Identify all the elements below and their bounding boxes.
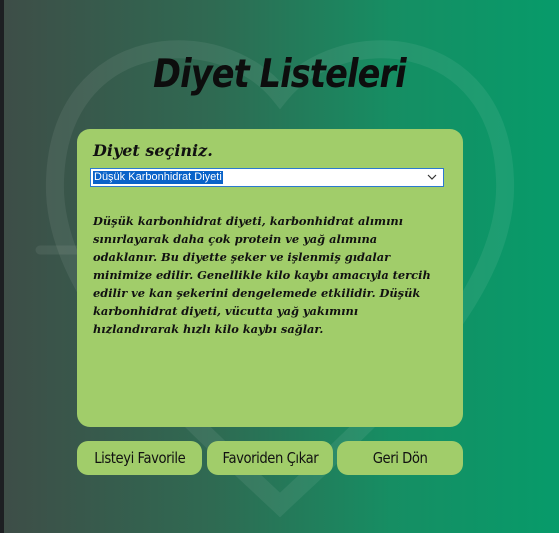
back-label: Geri Dön <box>372 449 428 467</box>
page-title: Diyet Listeleri <box>153 52 407 97</box>
diet-panel: Diyet seçiniz. Düşük Karbonhidrat Diyeti… <box>77 129 463 427</box>
add-favorite-label: Listeyi Favorile <box>93 449 186 467</box>
diet-dropdown[interactable]: Düşük Karbonhidrat Diyeti <box>90 168 444 187</box>
diet-dropdown-value: Düşük Karbonhidrat Diyeti <box>93 171 223 184</box>
remove-favorite-label: Favoriden Çıkar <box>222 449 318 467</box>
diet-select-label: Diyet seçiniz. <box>93 141 213 160</box>
chevron-down-icon <box>427 174 437 180</box>
diet-description: Düşük karbonhidrat diyeti, karbonhidrat … <box>93 214 431 336</box>
back-button[interactable]: Geri Dön <box>337 441 463 475</box>
window-edge <box>0 0 4 533</box>
add-favorite-button[interactable]: Listeyi Favorile <box>77 441 202 475</box>
remove-favorite-button[interactable]: Favoriden Çıkar <box>207 441 333 475</box>
app-window: Diyet Listeleri Diyet seçiniz. Düşük Kar… <box>0 0 559 533</box>
